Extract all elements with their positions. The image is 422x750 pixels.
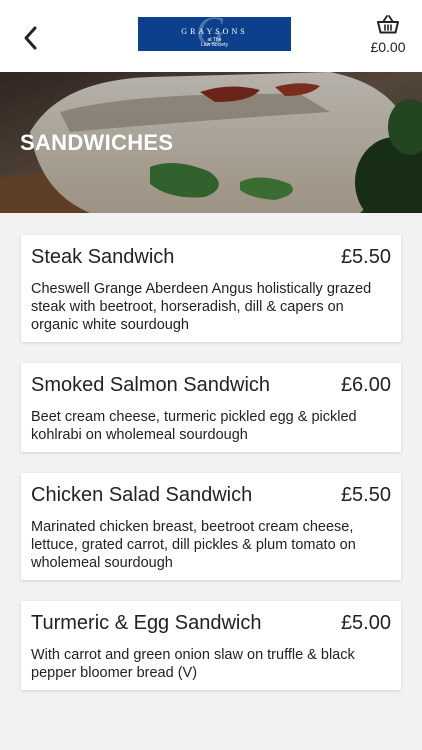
menu-item-card[interactable]: Smoked Salmon Sandwich £6.00 Beet cream … (21, 363, 401, 452)
top-bar: G GRAYSONS at The Law Society £0.00 (0, 0, 422, 72)
chevron-left-icon (24, 26, 37, 50)
logo-name: GRAYSONS (181, 27, 248, 36)
menu-item-description: Marinated chicken breast, beetroot cream… (31, 519, 356, 571)
menu-item-price: £5.50 (340, 484, 391, 506)
menu-item-card[interactable]: Turmeric & Egg Sandwich £5.00 With carro… (21, 601, 401, 690)
menu-item-price: £5.00 (340, 612, 391, 634)
category-banner: SANDWICHES (0, 72, 422, 213)
menu-item-description: Beet cream cheese, turmeric pickled egg … (31, 409, 357, 443)
menu-item-card[interactable]: Chicken Salad Sandwich £5.50 Marinated c… (21, 473, 401, 580)
category-title: SANDWICHES (20, 130, 174, 155)
basket-icon (377, 15, 399, 34)
cart-total: £0.00 (370, 39, 406, 55)
cart-button[interactable]: £0.00 (368, 14, 408, 55)
menu-item-name: Steak Sandwich (31, 246, 175, 268)
graysons-logo[interactable]: G GRAYSONS at The Law Society (138, 17, 291, 51)
menu-item-price: £5.50 (340, 246, 391, 268)
menu-item-card[interactable]: Steak Sandwich £5.50 Cheswell Grange Abe… (21, 235, 401, 342)
menu-item-name: Turmeric & Egg Sandwich (31, 612, 262, 634)
menu-item-name: Chicken Salad Sandwich (31, 484, 253, 506)
menu-item-name: Smoked Salmon Sandwich (31, 374, 271, 396)
menu-item-description: With carrot and green onion slaw on truf… (31, 647, 355, 681)
menu-item-description: Cheswell Grange Aberdeen Angus holistica… (31, 281, 372, 333)
back-button[interactable] (18, 24, 44, 52)
logo-subtitle: at The Law Society (138, 38, 291, 48)
menu-item-price: £6.00 (340, 374, 391, 396)
logo-subtitle-line2: Law Society (201, 42, 228, 48)
